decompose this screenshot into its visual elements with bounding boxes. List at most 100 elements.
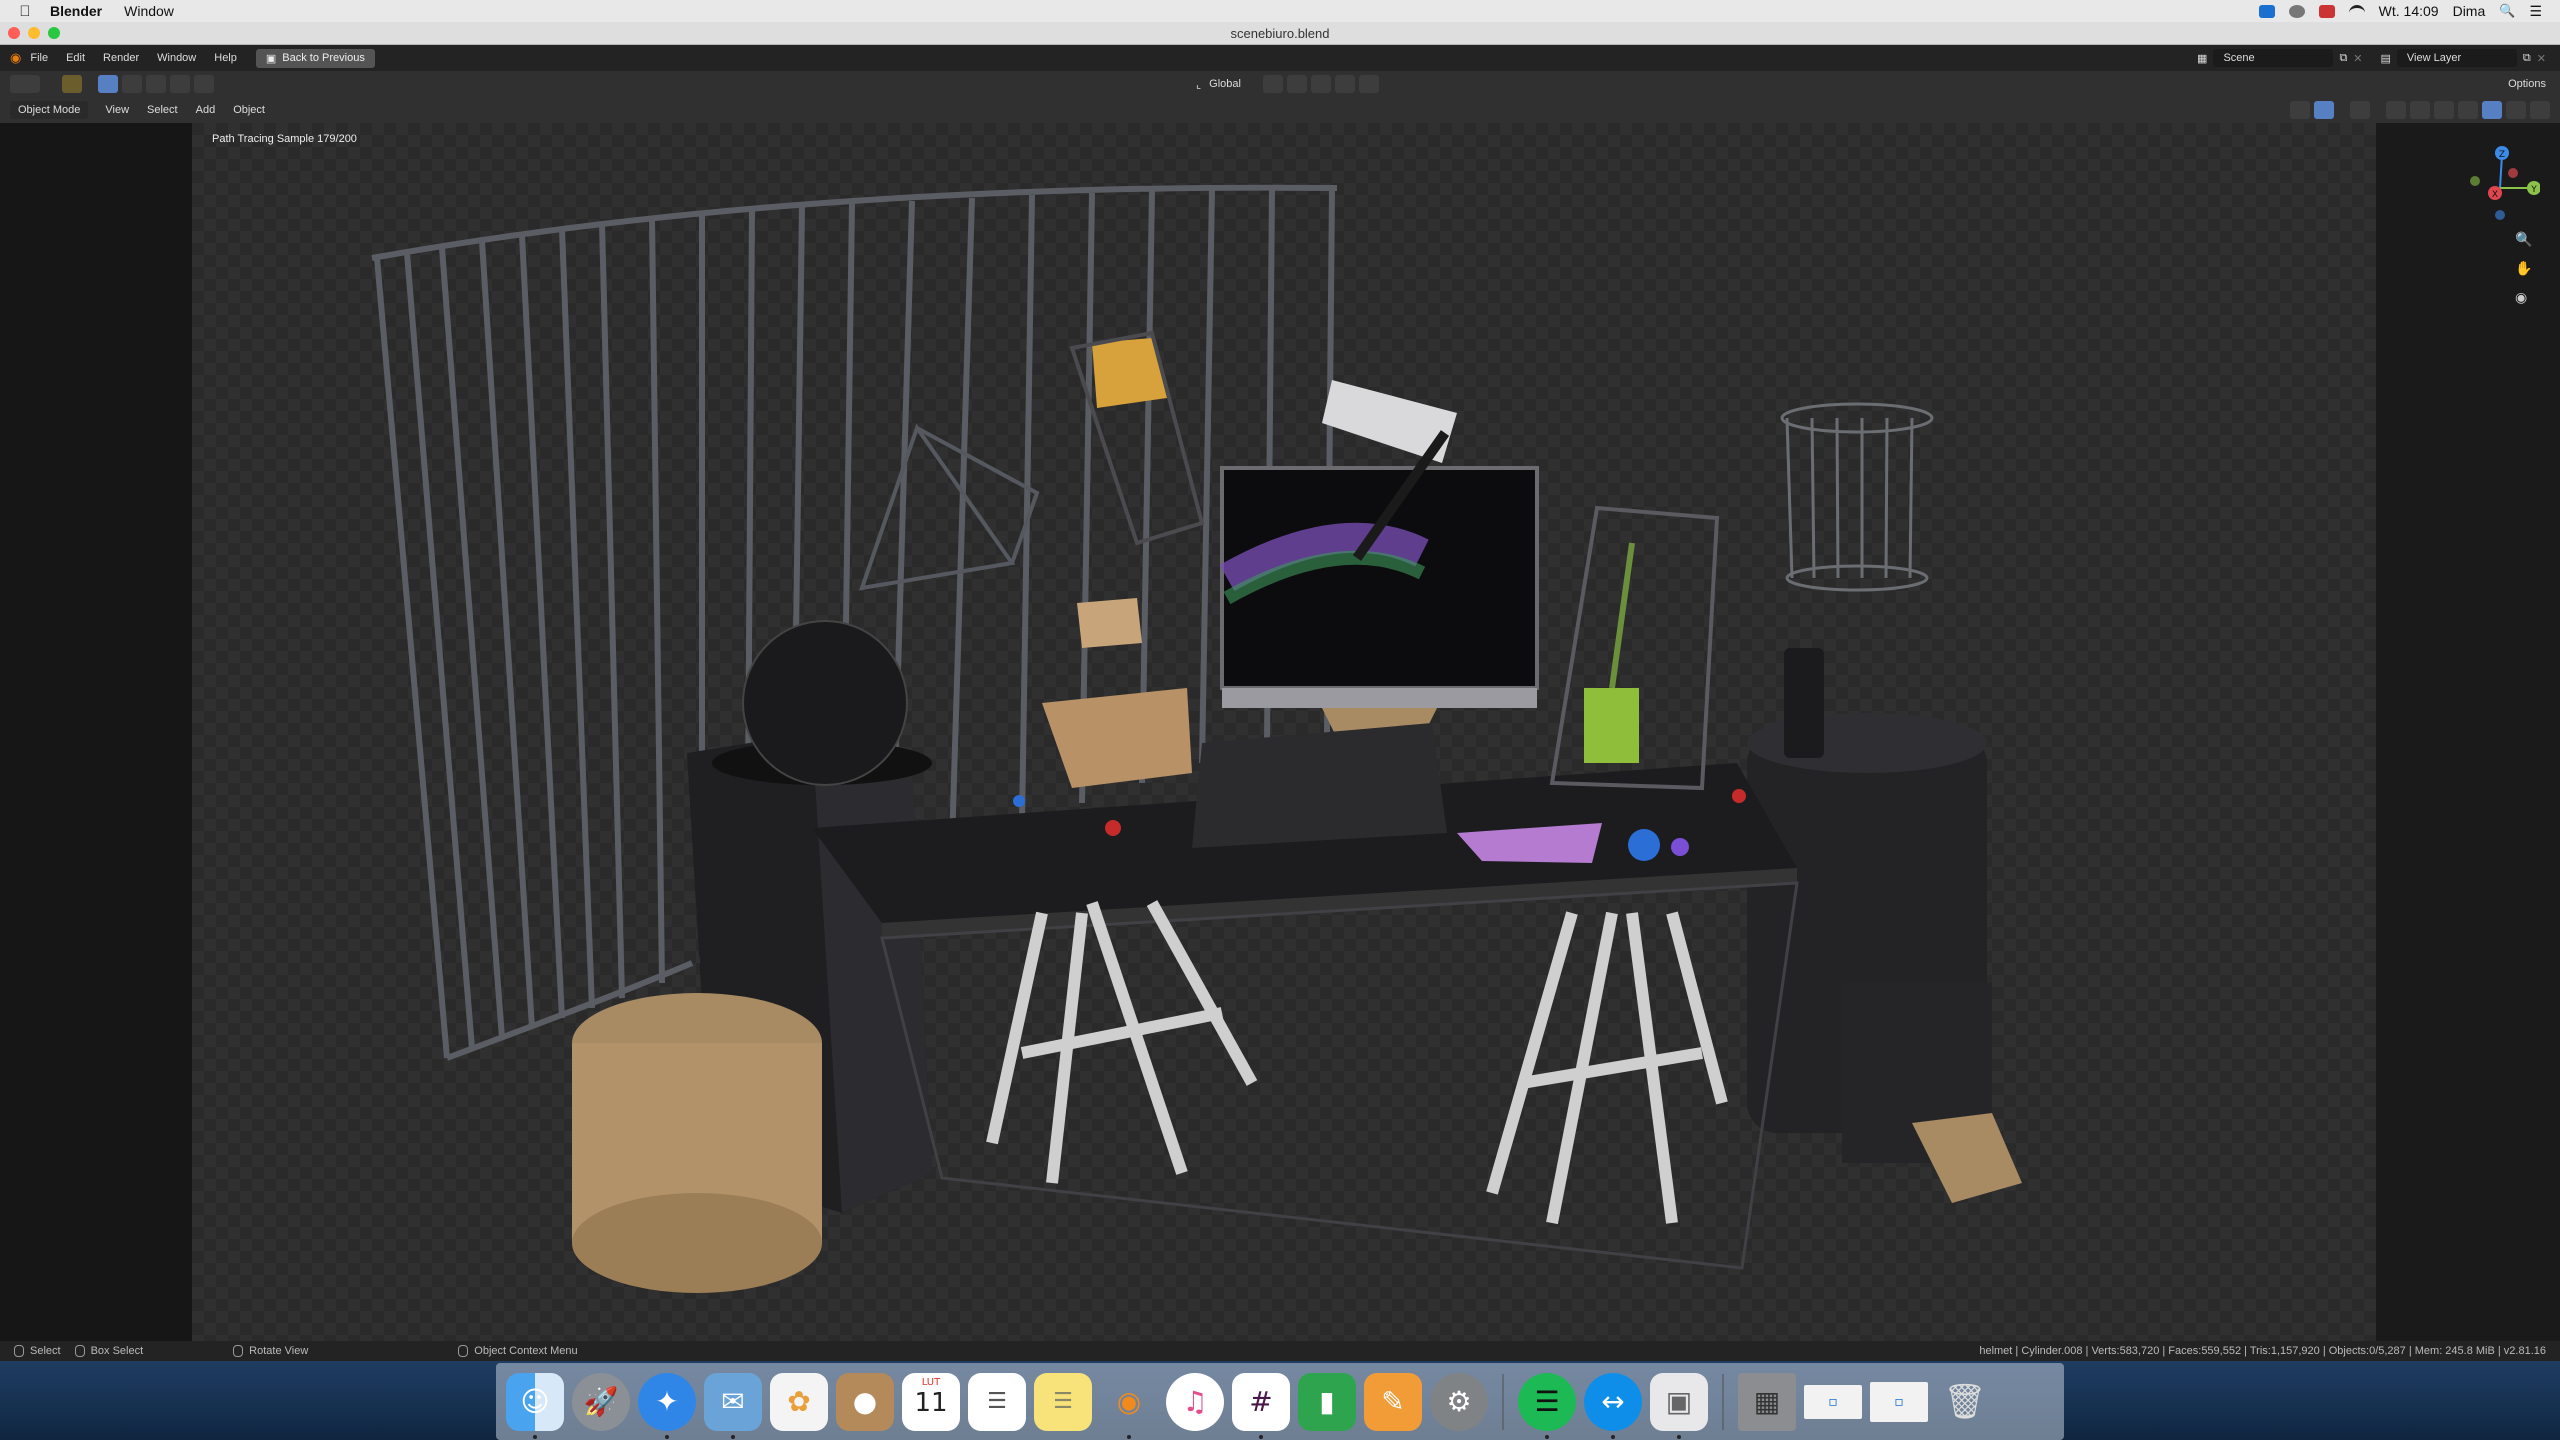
menubar-user[interactable]: Dima [2453,3,2486,19]
proportional-editing-icon[interactable] [1334,75,1355,93]
3d-viewport[interactable]: Path Tracing Sample 179/200 Z Y X 🔍 ✋ ◉ [0,123,2560,1341]
transform-orientation-icon[interactable]: ⌞ [1196,78,1201,91]
pivot-point-icon[interactable] [1262,75,1283,93]
editor-type-icon[interactable] [10,75,40,93]
menu-object[interactable]: Object [224,104,274,116]
material-preview-shading-icon[interactable] [2458,101,2478,119]
scene-name-field[interactable]: Scene [2213,49,2334,67]
finder-icon[interactable]: ☺ [506,1372,564,1439]
notes-icon[interactable]: ☰ [1034,1372,1092,1431]
status-select: Select [14,1345,61,1357]
window-thumbnail-2-icon[interactable]: ▫ [1870,1381,1928,1422]
mouse-left-icon [14,1345,24,1357]
status-box-select-label: Box Select [90,1345,144,1357]
mouse-right-icon [458,1345,469,1357]
menubar-app-name[interactable]: Blender [50,3,102,19]
menu-file[interactable]: File [21,52,57,64]
falloff-icon[interactable] [1358,75,1379,93]
menu-select[interactable]: Select [138,104,187,116]
menu-render[interactable]: Render [94,52,148,64]
menu-window[interactable]: Window [148,52,205,64]
blender-app-icon[interactable]: ◉ [1100,1373,1158,1439]
cork-base-block [1042,688,1192,788]
dock-separator [1502,1373,1504,1430]
pan-view-icon: ✋ [2515,260,2532,277]
xray-toggle-icon[interactable] [2386,101,2406,119]
window-titlebar: scenebiuro.blend [0,22,2560,45]
selection-mode-extend-icon[interactable] [122,75,142,93]
sync-icon[interactable] [2288,4,2305,18]
reminders-icon[interactable]: ☰ [968,1372,1026,1431]
menubar-clock[interactable]: Wt. 14:09 [2379,3,2439,19]
mac-menubar:  Blender Window Wt. 14:09 Dima 🔍 ☰ [0,0,2560,22]
transform-orientation-dropdown[interactable]: Global [1209,78,1241,90]
shading-options-icon[interactable] [2506,101,2526,119]
menu-help[interactable]: Help [205,52,246,64]
sidebar-toggle-icon[interactable] [2530,101,2550,119]
photos-icon[interactable]: ✿ [770,1372,828,1431]
blender-logo-icon[interactable]: ◉ [10,50,21,66]
viewport-header: Object Mode View Select Add Object [0,97,2560,123]
launchpad-icon[interactable]: 🚀 [572,1372,630,1431]
selection-mode-intersect-icon[interactable] [194,75,214,93]
itunes-icon[interactable]: ♫ [1166,1372,1224,1431]
preview-icon[interactable]: ▣ [1650,1372,1708,1439]
selection-mode-new-icon[interactable] [98,75,118,93]
selection-mode-invert-icon[interactable] [170,75,190,93]
pages-icon[interactable]: ✎ [1364,1372,1422,1431]
gizmo-neg-z-axis [2495,210,2505,220]
trash-icon[interactable]: 🗑 [1936,1373,1994,1431]
view-layer-icon[interactable]: ▤ [2381,52,2391,65]
object-mode-dropdown[interactable]: Object Mode [10,101,89,119]
snap-target-icon[interactable] [1310,75,1331,93]
rendered-shading-icon[interactable] [2482,101,2502,119]
numbers-icon[interactable]: ▮ [1298,1372,1356,1431]
render-area[interactable]: Path Tracing Sample 179/200 [192,123,2376,1341]
screen-icon: ▣ [265,52,277,65]
new-scene-icon[interactable]: ⧉ [2339,52,2347,65]
gizmos-toggle-icon[interactable] [2314,101,2334,119]
teamviewer-icon[interactable] [2258,4,2275,18]
trestle-right [1486,911,1728,1225]
teamviewer-dock-icon[interactable]: ↔ [1584,1372,1642,1439]
red-sphere [1732,789,1746,803]
gizmo-z-label: Z [2499,150,2505,160]
spotify-icon[interactable]: ☰ [1518,1372,1576,1439]
scene-icon[interactable]: ▦ [2197,52,2207,65]
overlays-toggle-icon[interactable] [2350,101,2370,119]
apple-menu-icon[interactable]:  [0,3,50,20]
new-view-layer-icon[interactable]: ⧉ [2523,52,2531,65]
slack-icon[interactable]: # [1232,1372,1290,1439]
input-language-icon[interactable] [2318,4,2335,18]
rendered-scene [371,184,2022,1293]
select-tool-icon[interactable] [62,75,82,93]
selection-mode-subtract-icon[interactable] [146,75,166,93]
view-layer-field[interactable]: View Layer [2396,49,2517,67]
scene-statistics: helmet | Cylinder.008 | Verts:583,720 | … [1979,1345,2546,1357]
solid-shading-icon[interactable] [2434,101,2454,119]
mail-icon[interactable]: ✉ [704,1372,762,1439]
menu-view[interactable]: View [96,104,138,116]
wireframe-shading-icon[interactable] [2410,101,2430,119]
contacts-icon[interactable]: ● [836,1372,894,1431]
system-preferences-icon[interactable]: ⚙ [1430,1372,1488,1431]
window-thumbnail-1-icon[interactable]: ▫ [1804,1384,1862,1419]
wifi-icon[interactable] [2348,4,2365,18]
delete-view-layer-icon[interactable]: ✕ [2537,52,2546,65]
notification-center-icon[interactable]: ☰ [2529,3,2542,20]
delete-scene-icon[interactable]: ✕ [2353,52,2362,65]
safari-icon[interactable]: ✦ [638,1372,696,1439]
menu-edit[interactable]: Edit [57,52,94,64]
downloads-stack-icon[interactable]: ▦ [1738,1372,1796,1431]
blue-sphere [1628,829,1660,861]
spotlight-icon[interactable]: 🔍 [2499,3,2515,19]
wire-pyramid [859,423,1040,591]
menu-add[interactable]: Add [187,104,225,116]
visibility-icon[interactable] [2290,101,2310,119]
snap-icon[interactable] [1286,75,1307,93]
back-to-previous-button[interactable]: ▣ Back to Previous [255,48,375,68]
menubar-window-menu[interactable]: Window [124,3,174,19]
options-dropdown[interactable]: Options [2508,78,2546,90]
navigation-gizmo[interactable]: Z Y X 🔍 ✋ ◉ [2460,133,2540,333]
calendar-icon[interactable]: LUT 11 [902,1372,960,1431]
